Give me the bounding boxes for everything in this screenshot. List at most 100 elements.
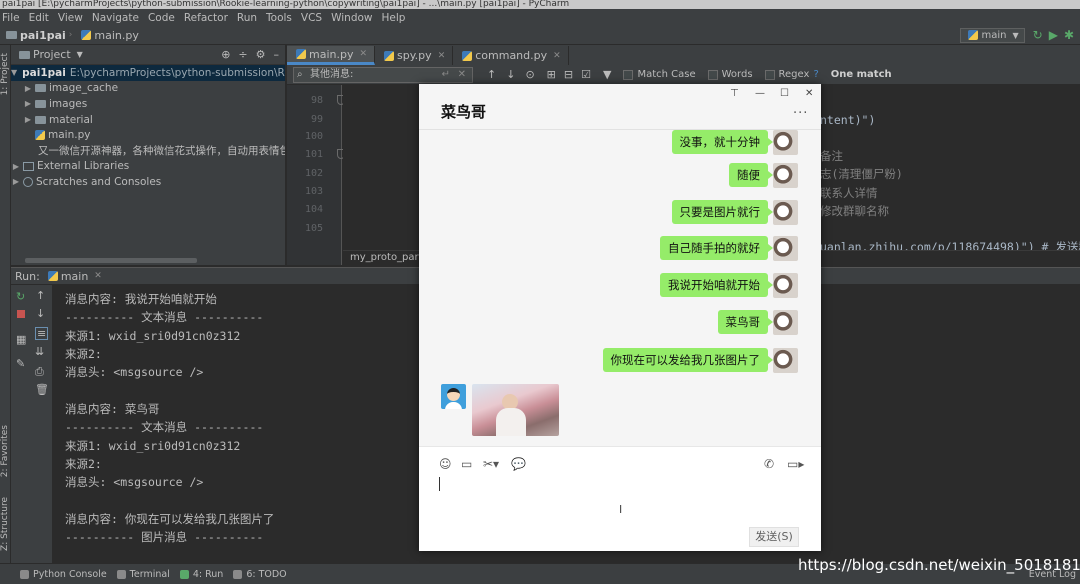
breadcrumb-item[interactable]: my_proto_parse [350,252,430,263]
avatar[interactable] [773,273,798,298]
nav-project[interactable]: pai1pai [4,29,66,42]
rerun-icon[interactable]: ↻ [16,290,25,303]
trash-icon[interactable]: 🗑 [35,383,49,396]
stop-icon[interactable] [17,310,25,318]
tree-item-image-cache[interactable]: ▶ image_cache [11,81,285,97]
tree-item-material[interactable]: ▶ material [11,112,285,128]
target-icon[interactable]: ⊕ [221,48,230,61]
run-config-selector[interactable]: main ▼ [960,27,1025,43]
collapse-icon[interactable]: ÷ [238,48,247,61]
photo-thumbnail[interactable] [472,384,559,436]
message-bubble[interactable]: 你现在可以发给我几张图片了 [602,348,773,372]
rerun-icon[interactable]: ↻ [1033,28,1043,42]
folder-icon[interactable]: ▭ [461,457,472,471]
menu-window[interactable]: Window [331,12,372,24]
layout-icon[interactable]: ▦ [16,333,26,346]
more-options-icon[interactable]: ··· [793,106,808,121]
close-icon[interactable]: ✕ [805,88,813,99]
python-console-tab[interactable]: Python Console [20,569,107,580]
arrow-down-icon[interactable]: ↓ [36,307,45,320]
horizontal-scrollbar[interactable] [25,258,197,263]
menu-help[interactable]: Help [382,12,406,24]
nav-file[interactable]: main.py [79,29,139,42]
chevron-down-icon[interactable]: ▼ [11,68,17,77]
menu-refactor[interactable]: Refactor [184,12,228,24]
pin-icon[interactable]: ⊤ [730,88,739,99]
send-button[interactable]: 发送(S) [749,527,799,547]
tree-item-markdown[interactable]: 又一微信开源神器，各种微信花式操作，自动用表情包回复"拍 [11,143,285,159]
close-icon[interactable]: ✕ [553,51,561,61]
structure-tool-tab[interactable]: Z: Structure [0,497,10,551]
filter-icon[interactable]: ▼ [603,68,611,81]
scissors-icon[interactable]: ✂▾ [483,457,499,471]
tree-item-images[interactable]: ▶ images [11,96,285,112]
chat-message-list[interactable]: 没事，就十分钟 随便 只要是图片就行 自己随手拍的就好 我说开始咱就开始 菜鸟哥… [419,130,821,446]
message-bubble[interactable]: 只要是图片就行 [671,200,773,224]
avatar[interactable] [773,200,798,225]
match-case-checkbox[interactable]: Match Case [623,69,696,80]
maximize-icon[interactable]: ☐ [780,88,789,99]
avatar[interactable] [773,163,798,188]
close-icon[interactable]: ✕ [438,51,446,61]
chevron-down-icon[interactable]: ▼ [77,50,83,59]
menu-view[interactable]: View [58,12,83,24]
todo-tab[interactable]: 6: TODO [233,569,287,580]
chevron-right-icon[interactable]: ▶ [23,84,33,93]
tree-item-scratches[interactable]: ▶ Scratches and Consoles [11,174,285,190]
scroll-to-end-icon[interactable]: ⇊ [35,345,44,358]
contact-avatar[interactable] [441,384,466,409]
terminal-tab[interactable]: Terminal [116,569,170,580]
favorites-tool-tab[interactable]: 2: Favorites [0,425,10,477]
avatar[interactable] [773,130,798,155]
gear-icon[interactable]: ⚙ [256,48,266,61]
run-icon[interactable]: ▶ [1049,28,1058,42]
video-call-icon[interactable]: ▭▸ [787,457,804,471]
tab-spy-py[interactable]: spy.py ✕ [375,46,454,65]
menu-navigate[interactable]: Navigate [92,12,139,24]
chevron-right-icon[interactable]: ▶ [11,177,21,186]
message-bubble[interactable]: 我说开始咱就开始 [660,273,773,297]
message-bubble[interactable]: 没事，就十分钟 [671,130,773,154]
menu-tools[interactable]: Tools [266,12,292,24]
chat-history-icon[interactable]: 💬 [511,457,526,471]
words-checkbox[interactable]: Words [707,69,753,80]
chevron-right-icon[interactable]: ▶ [23,99,33,108]
select-occurrences-icon[interactable]: ☑ [581,68,591,81]
tree-item-root[interactable]: ▼ pai1pai E:\pycharmProjects\python-subm… [11,65,285,81]
run-config-tab[interactable]: main [61,270,88,283]
tree-item-external-libraries[interactable]: ▶ External Libraries [11,159,285,175]
history-icon[interactable]: ↵ [442,68,450,82]
close-icon[interactable]: ✕ [458,68,466,82]
avatar[interactable] [773,310,798,335]
menu-run[interactable]: Run [237,12,257,24]
select-all-icon[interactable]: ⊟ [564,68,573,81]
emoji-icon[interactable]: ☺ [439,457,452,471]
pin-icon[interactable]: ✎ [16,357,25,370]
print-icon[interactable]: ⎙ [35,365,44,379]
close-icon[interactable]: ✕ [359,49,367,59]
soft-wrap-icon[interactable]: ≡ [35,327,49,340]
avatar[interactable] [773,236,798,261]
chevron-right-icon[interactable]: ▶ [23,115,33,124]
menu-vcs[interactable]: VCS [301,12,322,24]
tab-main-py[interactable]: main.py ✕ [287,46,376,65]
avatar[interactable] [773,348,798,373]
find-all-icon[interactable]: ⊙ [525,68,534,81]
menu-edit[interactable]: Edit [29,12,49,24]
message-bubble[interactable]: 菜鸟哥 [717,310,773,334]
run-tab[interactable]: 4: Run [179,569,223,580]
phone-icon[interactable]: ✆ [764,457,774,471]
project-panel-title[interactable]: Project [33,48,71,61]
find-input[interactable]: ⌕ 其他消息: ↵ ✕ [293,66,473,83]
menu-code[interactable]: Code [148,12,175,24]
message-bubble[interactable]: 随便 [729,163,773,187]
arrow-down-icon[interactable]: ↓ [506,68,515,81]
add-selection-icon[interactable]: ⊞ [547,68,556,81]
debug-icon[interactable]: ✱ [1064,28,1074,42]
hide-icon[interactable]: – [274,48,280,61]
arrow-up-icon[interactable]: ↑ [36,289,45,302]
tab-command-py[interactable]: command.py ✕ [453,46,569,65]
project-tool-tab[interactable]: 1: Project [0,53,10,95]
chevron-right-icon[interactable]: ▶ [11,162,21,171]
close-icon[interactable]: ✕ [94,271,102,281]
